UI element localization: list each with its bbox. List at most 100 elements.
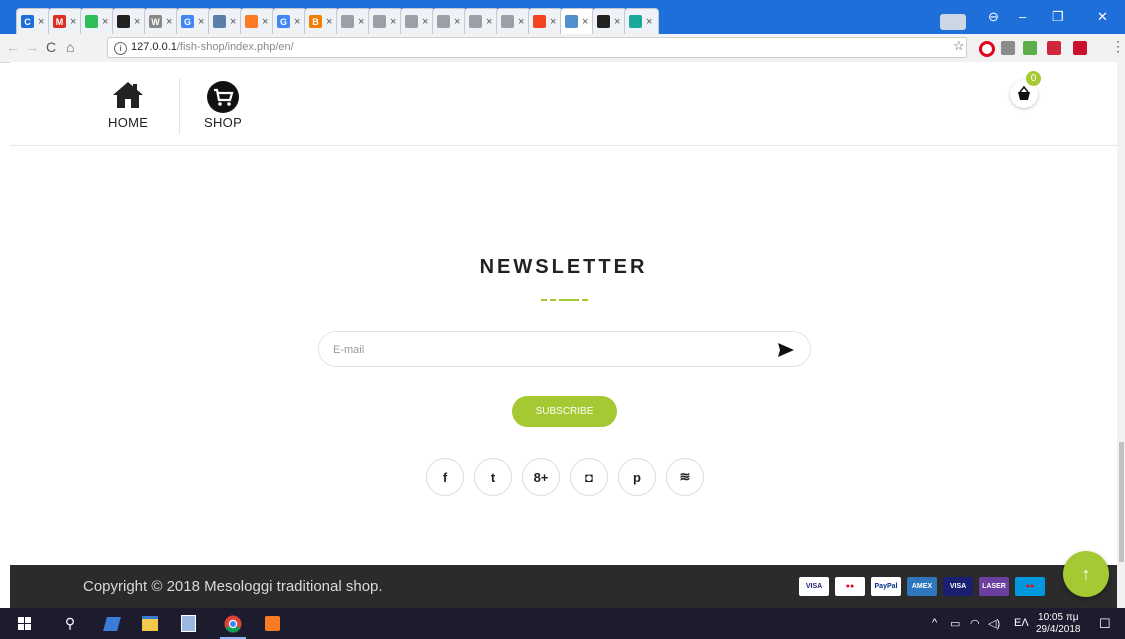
browser-tab[interactable]: × bbox=[400, 8, 435, 34]
facebook-icon[interactable]: f bbox=[426, 458, 464, 496]
battery-icon[interactable]: ▭ bbox=[950, 617, 960, 630]
volume-icon[interactable]: ◁) bbox=[988, 617, 1000, 630]
rss-icon[interactable]: ≋ bbox=[666, 458, 704, 496]
profile-icon[interactable]: ⊖ bbox=[988, 9, 999, 25]
extension-icon[interactable] bbox=[1023, 41, 1037, 55]
tab-close-icon[interactable]: × bbox=[518, 16, 524, 28]
url-path: /fish-shop/index.php/en/ bbox=[176, 41, 294, 53]
pdf-extension-icon[interactable] bbox=[1073, 41, 1087, 55]
browser-tab[interactable]: G × bbox=[272, 8, 307, 34]
file-app-icon[interactable] bbox=[100, 608, 124, 639]
tab-close-icon[interactable]: × bbox=[614, 16, 620, 28]
opera-extension-icon[interactable] bbox=[979, 41, 995, 57]
notepad-icon[interactable] bbox=[176, 608, 200, 639]
reload-button[interactable]: C bbox=[46, 39, 56, 55]
twitter-icon[interactable]: t bbox=[474, 458, 512, 496]
browser-tab[interactable]: × bbox=[624, 8, 659, 34]
teal-icon bbox=[629, 15, 642, 28]
nav-home[interactable]: HOME bbox=[108, 80, 148, 130]
newsletter-title: NEWSLETTER bbox=[479, 256, 648, 278]
browser-tab[interactable]: W × bbox=[144, 8, 179, 34]
file-explorer-icon[interactable] bbox=[138, 608, 162, 639]
browser-tab[interactable]: G × bbox=[176, 8, 211, 34]
tab-close-icon[interactable]: × bbox=[486, 16, 492, 28]
tab-close-icon[interactable]: × bbox=[646, 16, 652, 28]
notifications-icon[interactable]: ☐ bbox=[1099, 616, 1111, 632]
bookmark-star-icon[interactable]: ☆ bbox=[953, 38, 965, 54]
browser-tab[interactable]: × bbox=[592, 8, 627, 34]
browser-tab[interactable]: × bbox=[432, 8, 467, 34]
tab-close-icon[interactable]: × bbox=[134, 16, 140, 28]
amex-card: AMEX bbox=[907, 577, 937, 596]
browser-tab[interactable]: × bbox=[208, 8, 243, 34]
instagram-icon[interactable]: ◘ bbox=[570, 458, 608, 496]
browser-tab[interactable]: × bbox=[528, 8, 563, 34]
blogger-icon: B bbox=[309, 15, 322, 28]
wifi-icon[interactable]: ◠ bbox=[970, 617, 980, 630]
search-icon[interactable]: ⚲ bbox=[60, 608, 80, 639]
tab-close-icon[interactable]: × bbox=[230, 16, 236, 28]
tab-close-icon[interactable]: × bbox=[582, 16, 588, 28]
google-plus-icon[interactable]: 8+ bbox=[522, 458, 560, 496]
minimize-button[interactable]: – bbox=[1019, 9, 1026, 24]
browser-tab[interactable]: × bbox=[336, 8, 371, 34]
back-button[interactable]: ← bbox=[6, 39, 20, 55]
new-tab-button[interactable] bbox=[940, 14, 966, 30]
scrollbar-thumb[interactable] bbox=[1119, 442, 1124, 562]
tab-close-icon[interactable]: × bbox=[390, 16, 396, 28]
browser-tab[interactable]: × bbox=[80, 8, 115, 34]
windows-taskbar: ⚲ ^ ▭ ◠ ◁) ΕΛ 10:05 πμ 29/4/2018 ☐ bbox=[0, 608, 1125, 639]
page-icon bbox=[213, 15, 226, 28]
back-to-top-button[interactable]: ↑ bbox=[1063, 551, 1109, 597]
browser-tab[interactable]: M × bbox=[48, 8, 83, 34]
email-field[interactable] bbox=[331, 340, 755, 360]
browser-tab[interactable]: × bbox=[560, 8, 595, 34]
tab-close-icon[interactable]: × bbox=[102, 16, 108, 28]
subscribe-button[interactable]: SUBSCRIBE bbox=[512, 396, 617, 427]
mastercard-card: ●● bbox=[835, 577, 865, 596]
tab-close-icon[interactable]: × bbox=[550, 16, 556, 28]
tab-close-icon[interactable]: × bbox=[358, 16, 364, 28]
chrome-icon[interactable] bbox=[220, 608, 246, 639]
browser-tab[interactable]: × bbox=[464, 8, 499, 34]
language-indicator[interactable]: ΕΛ bbox=[1014, 617, 1029, 629]
xampp-icon[interactable] bbox=[260, 608, 284, 639]
address-bar[interactable]: i 127.0.0.1/fish-shop/index.php/en/ bbox=[107, 37, 967, 58]
nav-shop-label: SHOP bbox=[204, 115, 243, 130]
windows-start-button[interactable] bbox=[14, 608, 34, 639]
tab-close-icon[interactable]: × bbox=[262, 16, 268, 28]
green-icon bbox=[85, 15, 98, 28]
tab-close-icon[interactable]: × bbox=[166, 16, 172, 28]
extension-icon[interactable] bbox=[1001, 41, 1015, 55]
windows-logo-icon bbox=[17, 617, 31, 630]
info-icon[interactable]: i bbox=[114, 42, 127, 55]
system-clock[interactable]: 10:05 πμ 29/4/2018 bbox=[1036, 612, 1081, 636]
tab-close-icon[interactable]: × bbox=[38, 16, 44, 28]
extension-icon[interactable] bbox=[1047, 41, 1061, 55]
paypal-card: PayPal bbox=[871, 577, 901, 596]
forward-button[interactable]: → bbox=[25, 39, 39, 55]
visa-card: VISA bbox=[799, 577, 829, 596]
browser-tab[interactable]: B × bbox=[304, 8, 339, 34]
tab-close-icon[interactable]: × bbox=[70, 16, 76, 28]
tab-close-icon[interactable]: × bbox=[422, 16, 428, 28]
doc-icon bbox=[501, 15, 514, 28]
nav-shop[interactable]: SHOP bbox=[204, 80, 242, 130]
send-icon[interactable] bbox=[776, 341, 796, 359]
pinterest-icon[interactable]: p bbox=[618, 458, 656, 496]
site-footer: Copyright © 2018 Mesologgi traditional s… bbox=[10, 565, 1117, 608]
window-close-button[interactable]: ✕ bbox=[1097, 9, 1108, 25]
menu-icon[interactable]: ⋮ bbox=[1111, 38, 1125, 55]
browser-tab[interactable]: C × bbox=[16, 8, 51, 34]
restore-button[interactable]: ❐ bbox=[1052, 9, 1064, 25]
tab-close-icon[interactable]: × bbox=[326, 16, 332, 28]
browser-tab[interactable]: × bbox=[240, 8, 275, 34]
tab-close-icon[interactable]: × bbox=[294, 16, 300, 28]
browser-tab[interactable]: × bbox=[112, 8, 147, 34]
tab-close-icon[interactable]: × bbox=[454, 16, 460, 28]
browser-tab[interactable]: × bbox=[496, 8, 531, 34]
show-hidden-icons-button[interactable]: ^ bbox=[932, 617, 937, 629]
tab-close-icon[interactable]: × bbox=[198, 16, 204, 28]
home-button[interactable]: ⌂ bbox=[66, 39, 74, 55]
browser-tab[interactable]: × bbox=[368, 8, 403, 34]
